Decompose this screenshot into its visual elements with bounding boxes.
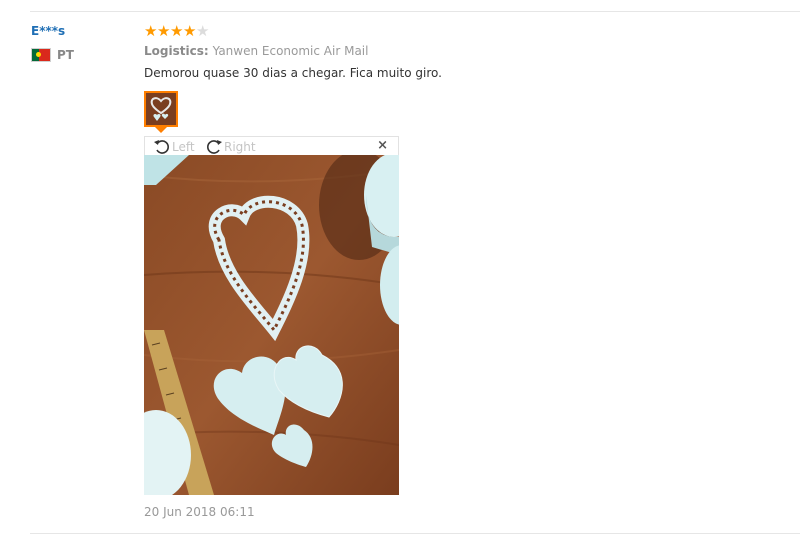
review-text: Demorou quase 30 dias a chegar. Fica mui… bbox=[144, 66, 442, 80]
close-viewer-button[interactable]: × bbox=[377, 138, 388, 153]
portugal-flag-icon bbox=[31, 48, 51, 62]
image-viewer-toolbar: Left Right × bbox=[144, 136, 399, 155]
star-rating: ★ ★ ★ ★ ★ bbox=[144, 23, 209, 39]
photo-thumbnail[interactable] bbox=[144, 91, 178, 127]
review-photo bbox=[144, 155, 399, 495]
star-filled-icon: ★ bbox=[144, 22, 158, 40]
star-filled-icon: ★ bbox=[170, 22, 184, 40]
logistics-value: Yanwen Economic Air Mail bbox=[212, 44, 369, 58]
thumbnail-pointer bbox=[155, 127, 167, 133]
star-filled-icon: ★ bbox=[157, 22, 171, 40]
rotate-right-button[interactable]: Right bbox=[205, 137, 256, 156]
rotate-left-label: Left bbox=[172, 139, 195, 154]
review-date: 20 Jun 2018 06:11 bbox=[144, 505, 255, 519]
bottom-divider bbox=[30, 533, 800, 534]
rotate-right-label: Right bbox=[224, 139, 256, 154]
star-empty-icon: ★ bbox=[196, 22, 210, 40]
logistics-label: Logistics: bbox=[144, 44, 209, 58]
rotate-right-icon bbox=[207, 139, 222, 154]
top-divider bbox=[30, 11, 800, 12]
reviewer-name[interactable]: E***s bbox=[31, 24, 65, 38]
logistics-info: Logistics: Yanwen Economic Air Mail bbox=[144, 44, 368, 58]
rotate-left-icon bbox=[154, 139, 169, 154]
rotate-left-button[interactable]: Left bbox=[153, 137, 195, 156]
country-code: PT bbox=[57, 48, 74, 62]
star-filled-icon: ★ bbox=[183, 22, 197, 40]
reviewer-country: PT bbox=[31, 48, 74, 62]
